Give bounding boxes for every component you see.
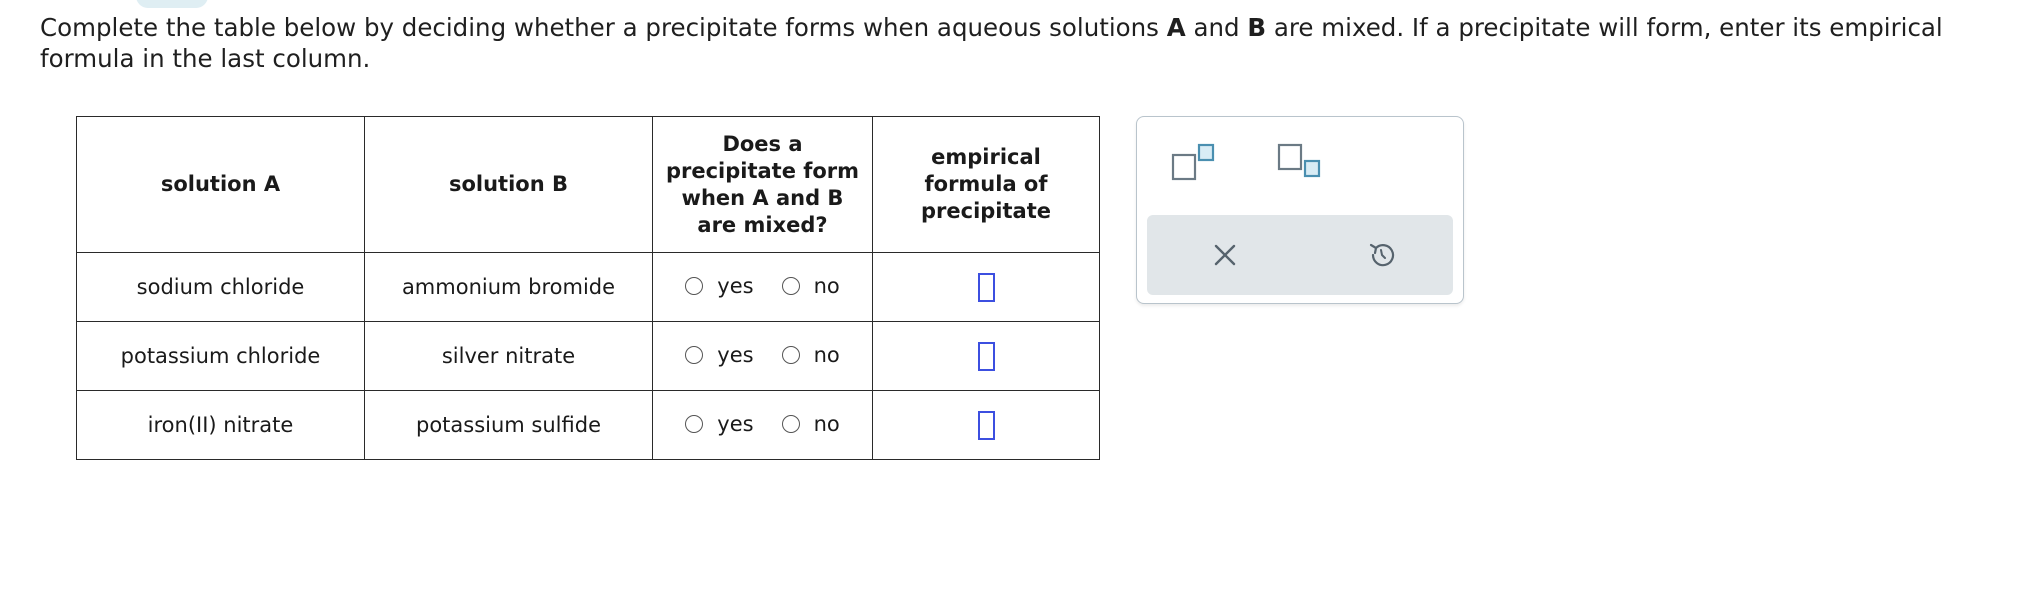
cell-solution-a: sodium chloride	[76, 252, 365, 322]
cell-solution-b: silver nitrate	[364, 321, 653, 391]
instructions-part1: Complete the table below by deciding whe…	[40, 13, 1167, 42]
radio-yes-label: yes	[717, 274, 754, 298]
header-solution-b: solution B	[364, 116, 653, 253]
formula-input[interactable]	[977, 341, 995, 371]
radio-no-label: no	[813, 274, 840, 298]
close-icon	[1214, 244, 1236, 266]
radio-yes-circle[interactable]	[685, 277, 704, 295]
table-header-row: solution A solution B Does a precipitate…	[76, 116, 1100, 253]
cell-precipitate-choice: yes no	[652, 321, 873, 391]
radio-no-circle[interactable]	[781, 415, 800, 433]
tool-actions-bar	[1147, 215, 1453, 295]
clear-button[interactable]	[1211, 241, 1239, 273]
precipitate-radio-group: yes no	[685, 274, 840, 298]
radio-no[interactable]: no	[781, 412, 840, 436]
table-row: potassium chloride silver nitrate yes no	[76, 321, 1100, 391]
radio-no-circle[interactable]	[781, 346, 800, 364]
cell-precipitate-choice: yes no	[652, 390, 873, 460]
undo-button[interactable]	[1367, 240, 1397, 274]
solution-a-bold: A	[1166, 13, 1186, 42]
cell-solution-b: ammonium bromide	[364, 252, 653, 322]
header-empirical-formula-text: empirical formula of precipitate	[921, 145, 1051, 223]
superscript-icon	[1171, 143, 1215, 181]
header-precipitate-question: Does a precipitate form when A and B are…	[652, 116, 873, 253]
formula-input[interactable]	[977, 272, 995, 302]
subscript-icon	[1277, 143, 1321, 178]
radio-yes[interactable]: yes	[685, 274, 754, 298]
radio-yes-label: yes	[717, 412, 754, 436]
precipitate-radio-group: yes no	[685, 343, 840, 367]
table-row: iron(II) nitrate potassium sulfide yes n…	[76, 390, 1100, 460]
header-empirical-formula: empirical formula of precipitate	[872, 116, 1100, 253]
cell-solution-a: potassium chloride	[76, 321, 365, 391]
cell-solution-b: potassium sulfide	[364, 390, 653, 460]
radio-no-label: no	[813, 412, 840, 436]
cell-formula	[872, 321, 1100, 391]
superscript-button[interactable]	[1171, 143, 1219, 187]
radio-no-label: no	[813, 343, 840, 367]
radio-no[interactable]: no	[781, 274, 840, 298]
header-precipitate-question-text: Does a precipitate form when A and B are…	[665, 131, 860, 237]
radio-yes[interactable]: yes	[685, 412, 754, 436]
header-solution-a: solution A	[76, 116, 365, 253]
table-row: sodium chloride ammonium bromide yes no	[76, 252, 1100, 322]
radio-no-circle[interactable]	[781, 277, 800, 295]
undo-icon	[1369, 243, 1395, 267]
radio-yes[interactable]: yes	[685, 343, 754, 367]
top-tab-decoration	[136, 0, 208, 8]
radio-yes-circle[interactable]	[685, 415, 704, 433]
cell-solution-a: iron(II) nitrate	[76, 390, 365, 460]
precipitate-radio-group: yes no	[685, 412, 840, 436]
cell-formula	[872, 252, 1100, 322]
instructions-part2: and	[1185, 13, 1248, 42]
radio-yes-circle[interactable]	[685, 346, 704, 364]
formula-input[interactable]	[977, 410, 995, 440]
precipitate-table: solution A solution B Does a precipitate…	[76, 116, 1100, 460]
cell-precipitate-choice: yes no	[652, 252, 873, 322]
instructions-text: Complete the table below by deciding whe…	[40, 12, 2015, 74]
cell-formula	[872, 390, 1100, 460]
solution-b-bold: B	[1247, 13, 1267, 42]
subscript-button[interactable]	[1277, 143, 1325, 187]
formula-tool-panel	[1136, 116, 1464, 304]
radio-no[interactable]: no	[781, 343, 840, 367]
radio-yes-label: yes	[717, 343, 754, 367]
